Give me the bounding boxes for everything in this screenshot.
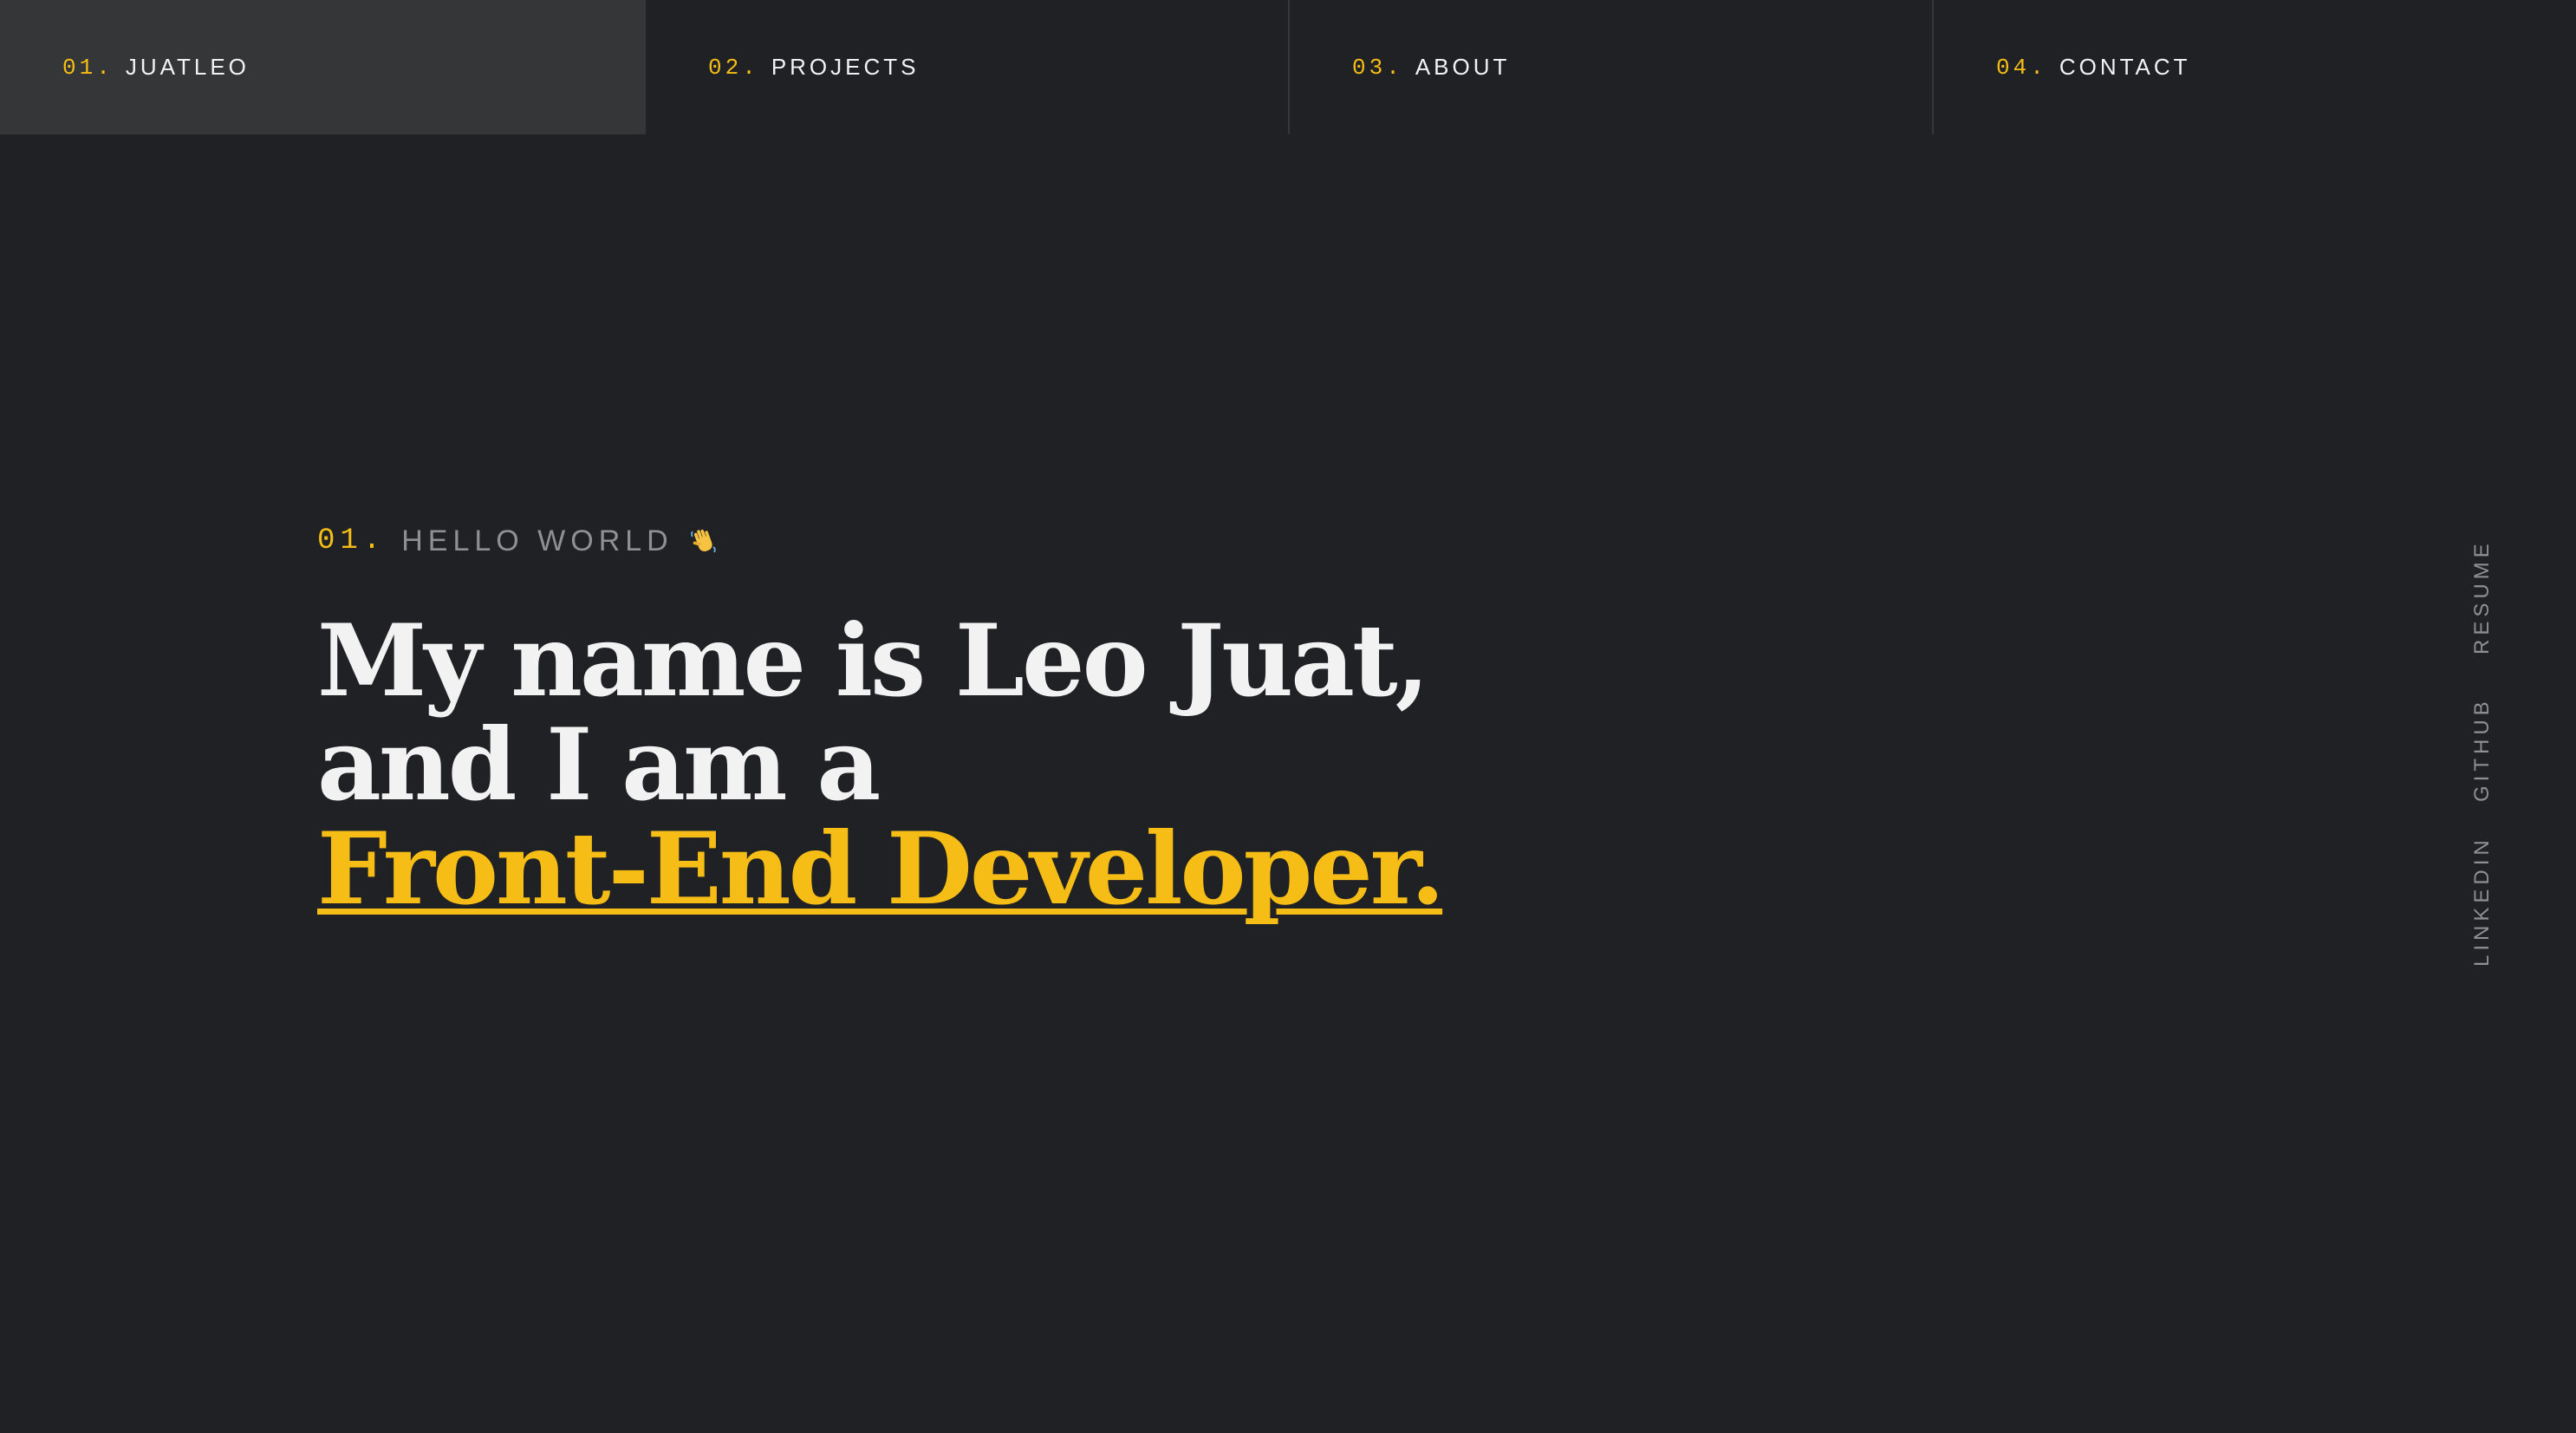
nav-item-label: ABOUT xyxy=(1415,54,1511,80)
nav-item-number: 02. xyxy=(708,54,759,81)
nav-item-contact[interactable]: 04. CONTACT xyxy=(1932,0,2576,134)
waving-hand-icon xyxy=(689,526,719,556)
nav-item-number: 04. xyxy=(1996,54,2047,81)
eyebrow-number: 01. xyxy=(317,524,387,557)
hero-eyebrow: 01. HELLO WORLD xyxy=(317,518,1617,563)
resume-link[interactable]: RESUME xyxy=(2470,539,2495,655)
headline-line-3: Front-End Developer. xyxy=(317,817,1617,921)
hero-section: 01. HELLO WORLD My name is Leo Juat, and… xyxy=(317,518,1617,922)
nav-item-number: 03. xyxy=(1352,54,1403,81)
hero-headline: My name is Leo Juat, and I am a Front-En… xyxy=(317,609,1617,921)
nav-item-label: PROJECTS xyxy=(771,54,920,80)
nav-item-label: CONTACT xyxy=(2059,54,2191,80)
social-links: RESUME GITHUB LINKEDIN xyxy=(2470,537,2514,971)
nav-item-projects[interactable]: 02. PROJECTS xyxy=(644,0,1288,134)
headline-line-2: and I am a xyxy=(317,707,881,823)
github-link[interactable]: GITHUB xyxy=(2470,697,2495,802)
nav-item-about[interactable]: 03. ABOUT xyxy=(1288,0,1932,134)
nav-item-juatleo[interactable]: 01. JUATLEO xyxy=(0,0,644,134)
linkedin-link[interactable]: LINKEDIN xyxy=(2470,836,2495,967)
eyebrow-text: HELLO WORLD xyxy=(401,524,673,557)
role-link[interactable]: Front-End Developer. xyxy=(317,811,1445,927)
top-navigation: 01. JUATLEO 02. PROJECTS 03. ABOUT 04. C… xyxy=(0,0,2576,134)
nav-item-number: 01. xyxy=(62,54,114,81)
nav-item-label: JUATLEO xyxy=(125,54,250,80)
headline-line-1: My name is Leo Juat, xyxy=(317,603,1429,719)
